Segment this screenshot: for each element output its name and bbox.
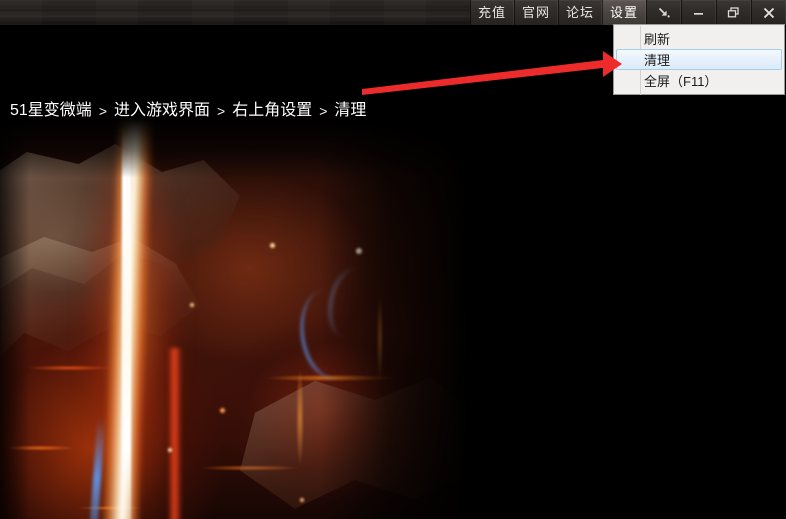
menu-item-clean[interactable]: 清理 [616,49,782,70]
minimize-to-tray-button[interactable] [646,0,681,25]
spark-particle [168,448,172,452]
menu-item-refresh-label: 刷新 [644,32,671,47]
restore-button[interactable] [716,0,751,25]
recharge-button[interactable]: 充值 [470,0,514,25]
title-bar: 充值 官网 论坛 设置 [0,0,786,25]
settings-button[interactable]: 设置 [602,0,646,25]
menu-item-refresh[interactable]: 刷新 [616,28,782,49]
spark-particle [220,408,225,413]
official-site-label: 官网 [521,5,550,20]
close-button[interactable] [751,0,786,25]
artwork-right-fade [320,118,470,519]
menu-item-clean-label: 清理 [644,53,671,68]
settings-label: 设置 [609,5,638,20]
lightning-bolt-core [122,128,131,519]
menu-item-fullscreen-label: 全屏（F11） [644,74,718,89]
title-bar-buttons: 充值 官网 论坛 设置 [470,0,786,25]
menu-list: 刷新 清理 全屏（F11） [614,25,784,94]
game-client-viewport: 51星变微端 > 进入游戏界面 > 右上角设置 > 清理 [0,25,786,519]
settings-dropdown-menu: 刷新 清理 全屏（F11） [613,24,785,95]
game-artwork [0,118,470,519]
recharge-label: 充值 [477,5,506,20]
minimize-icon [691,5,706,20]
spark-particle [270,243,275,248]
spark-particle [300,498,304,502]
close-icon [761,5,777,21]
restore-icon [726,5,741,20]
forum-label: 论坛 [565,5,594,20]
spark-particle [190,303,194,307]
minimize-button[interactable] [681,0,716,25]
official-site-button[interactable]: 官网 [514,0,558,25]
forum-button[interactable]: 论坛 [558,0,602,25]
lightning-bolt-secondary [168,348,182,519]
artwork-left-fade [0,118,30,519]
menu-item-fullscreen[interactable]: 全屏（F11） [616,70,782,91]
minimize-to-tray-icon [656,5,671,20]
